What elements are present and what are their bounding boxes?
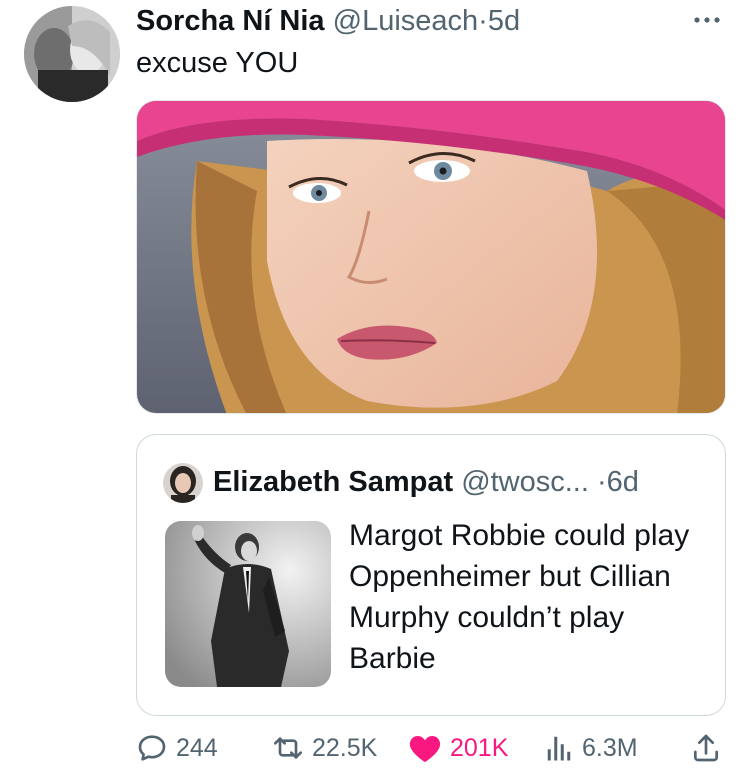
like-button[interactable]: 201K: [408, 728, 508, 768]
views-count: 6.3M: [582, 733, 638, 762]
tweet-media-image[interactable]: [136, 100, 726, 414]
author-avatar[interactable]: [24, 6, 120, 102]
like-count: 201K: [450, 733, 509, 762]
reply-count: 244: [176, 733, 218, 762]
heart-icon: [409, 735, 441, 763]
views-button[interactable]: 6.3M: [544, 728, 638, 768]
quoted-header-separator: ·: [597, 466, 607, 498]
tweet-text: excuse YOU: [136, 47, 299, 79]
quoted-tweet-thumbnail[interactable]: [165, 521, 331, 687]
tweet-header: Sorcha Ní Nia @Luiseach·5d: [136, 4, 520, 38]
quoted-tweet-timestamp[interactable]: 6d: [607, 466, 639, 498]
author-display-name[interactable]: Sorcha Ní Nia: [136, 5, 325, 37]
share-button[interactable]: [690, 728, 730, 768]
quoted-author-avatar[interactable]: [163, 463, 203, 503]
reply-bubble-icon: [138, 735, 166, 761]
quoted-tweet-text: Margot Robbie could play Oppenheimer but…: [349, 519, 690, 675]
retweet-icon: [274, 737, 302, 759]
tweet-action-bar: 244 22.5K 201K 6.3M: [136, 728, 726, 768]
quoted-author-handle[interactable]: @twosc...: [461, 466, 589, 498]
quoted-tweet-card[interactable]: Elizabeth Sampat @twosc... ·6d Margot Ro…: [136, 434, 726, 716]
views-bar-chart-icon: [547, 736, 571, 761]
tweet-timestamp[interactable]: 5d: [488, 5, 520, 37]
retweet-button[interactable]: 22.5K: [272, 728, 377, 768]
more-horizontal-icon[interactable]: [692, 10, 722, 30]
retweet-count: 22.5K: [312, 733, 378, 762]
header-separator: ·: [478, 5, 488, 37]
reply-button[interactable]: 244: [136, 728, 218, 768]
author-handle[interactable]: @Luiseach: [333, 5, 479, 37]
quoted-tweet-header: Elizabeth Sampat @twosc... ·6d: [213, 465, 639, 499]
quoted-author-display-name[interactable]: Elizabeth Sampat: [213, 466, 453, 498]
share-upload-icon: [694, 734, 718, 762]
